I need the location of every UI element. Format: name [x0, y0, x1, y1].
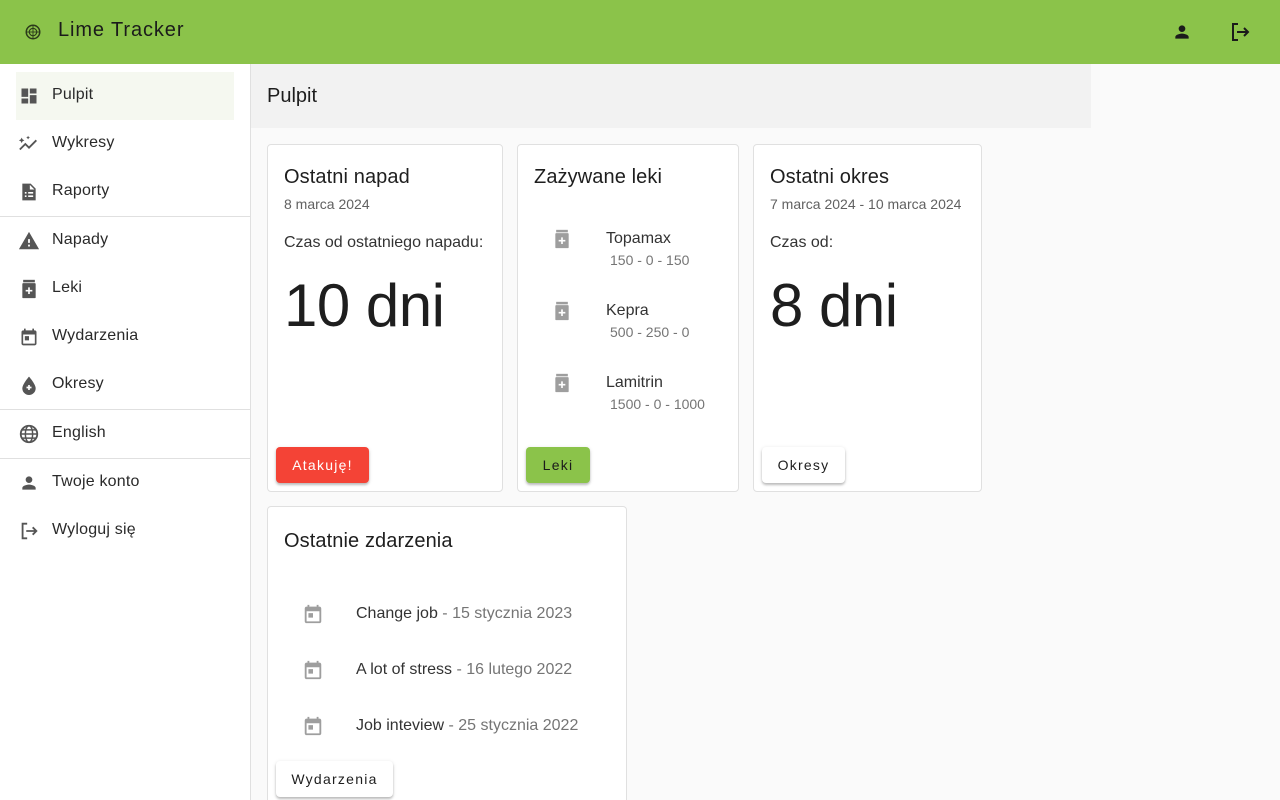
- logout-icon: [1232, 23, 1250, 41]
- medications-button[interactable]: Leki: [526, 447, 590, 483]
- logout-button[interactable]: [1224, 16, 1256, 48]
- events-button[interactable]: Wydarzenia: [276, 761, 393, 797]
- app-title: Lime Tracker: [58, 19, 185, 41]
- periods-button[interactable]: Okresy: [762, 447, 845, 483]
- report-icon: [17, 180, 41, 204]
- list-item[interactable]: A lot of stress - 16 lutego 2022: [268, 643, 626, 699]
- medication-dose: 1500 - 0 - 1000: [610, 396, 705, 412]
- list-item[interactable]: Change job - 15 stycznia 2023: [268, 587, 626, 643]
- sidebar-item-label: English: [52, 424, 106, 441]
- event-date: - 15 stycznia 2023: [437, 605, 573, 622]
- sidebar-item-label: Napady: [52, 231, 109, 248]
- card-title: Ostatni napad: [284, 166, 410, 188]
- sidebar-item-label: Wykresy: [52, 134, 115, 151]
- sidebar-item-label: Leki: [52, 279, 83, 296]
- list-item: Kepra 500 - 250 - 0: [518, 287, 738, 359]
- list-item: Lamitrin 1500 - 0 - 1000: [518, 359, 738, 431]
- card-title: Ostatnie zdarzenia: [284, 530, 453, 552]
- medications-card: Zażywane leki Topamax 150 - 0 - 150 Kepr…: [517, 144, 739, 492]
- medication-name: Kepra: [606, 302, 649, 319]
- last-period-card: Ostatni okres 7 marca 2024 - 10 marca 20…: [753, 144, 982, 492]
- sidebar-item-label: Wyloguj się: [52, 521, 136, 538]
- card-title: Zażywane leki: [534, 166, 663, 188]
- chart-icon: [17, 132, 41, 156]
- event-name: Job inteview: [356, 717, 445, 734]
- sidebar-item-wydarzenia[interactable]: Wydarzenia: [0, 313, 250, 361]
- page-title: Pulpit: [267, 85, 318, 107]
- app-bar: Lime Tracker: [0, 0, 1280, 64]
- lime-logo-icon: [25, 24, 41, 40]
- sidebar-item-label: Raporty: [52, 182, 110, 199]
- person-icon: [1175, 25, 1189, 39]
- page-header: Pulpit: [251, 64, 1091, 128]
- dashboard-icon: [17, 84, 41, 108]
- sidebar-item-account[interactable]: Twoje konto: [0, 459, 250, 507]
- sidebar-item-label: Okresy: [52, 375, 104, 392]
- medication-dose: 500 - 250 - 0: [610, 324, 690, 340]
- medication-icon: [555, 229, 569, 249]
- medication-icon: [17, 277, 41, 301]
- list-item: Topamax 150 - 0 - 150: [518, 215, 738, 287]
- attack-button[interactable]: Atakuję!: [276, 447, 369, 483]
- sidebar-item-wykresy[interactable]: Wykresy: [0, 120, 250, 168]
- account-button[interactable]: [1166, 16, 1198, 48]
- time-since-value: 10 dni: [284, 272, 445, 339]
- sidebar-item-logout[interactable]: Wyloguj się: [0, 507, 250, 555]
- event-name: A lot of stress: [356, 661, 453, 678]
- medication-name: Lamitrin: [606, 374, 663, 391]
- sidebar-item-label: Wydarzenia: [52, 327, 139, 344]
- list-item[interactable]: Job inteview - 25 stycznia 2022: [268, 699, 626, 755]
- logout-icon: [17, 519, 41, 543]
- sidebar-item-label: Pulpit: [52, 86, 94, 103]
- drop-icon: [17, 373, 41, 397]
- sidebar-item-leki[interactable]: Leki: [0, 265, 250, 313]
- globe-icon: [17, 422, 41, 446]
- medication-icon: [555, 373, 569, 393]
- calendar-icon: [304, 716, 322, 736]
- medication-name: Topamax: [606, 230, 671, 247]
- calendar-icon: [17, 325, 41, 349]
- calendar-icon: [304, 604, 322, 624]
- person-icon: [17, 471, 41, 495]
- medication-icon: [555, 301, 569, 321]
- card-title: Ostatni okres: [770, 166, 890, 188]
- last-seizure-date: 8 marca 2024: [284, 196, 370, 212]
- recent-events-card: Ostatnie zdarzenia Change job - 15 stycz…: [267, 506, 627, 800]
- sidebar-item-pulpit[interactable]: Pulpit: [16, 72, 234, 120]
- medication-dose: 150 - 0 - 150: [610, 252, 690, 268]
- event-date: - 25 stycznia 2022: [444, 717, 579, 734]
- event-name: Change job: [356, 605, 438, 622]
- sidebar-item-label: Twoje konto: [52, 473, 140, 490]
- sidebar-item-okresy[interactable]: Okresy: [0, 361, 250, 409]
- last-seizure-card: Ostatni napad 8 marca 2024 Czas od ostat…: [267, 144, 503, 492]
- sidebar: Pulpit Wykresy Raporty Napady Leki Wydar…: [0, 64, 251, 800]
- sidebar-item-napady[interactable]: Napady: [0, 217, 250, 265]
- time-since-label: Czas od:: [770, 234, 834, 251]
- time-since-value: 8 dni: [770, 272, 898, 339]
- event-date: - 16 lutego 2022: [452, 661, 573, 678]
- last-period-range: 7 marca 2024 - 10 marca 2024: [770, 196, 962, 212]
- time-since-label: Czas od ostatniego napadu:: [284, 234, 484, 251]
- sidebar-item-raporty[interactable]: Raporty: [0, 168, 250, 216]
- calendar-icon: [304, 660, 322, 680]
- warning-icon: [17, 229, 41, 253]
- sidebar-item-english[interactable]: English: [0, 410, 250, 458]
